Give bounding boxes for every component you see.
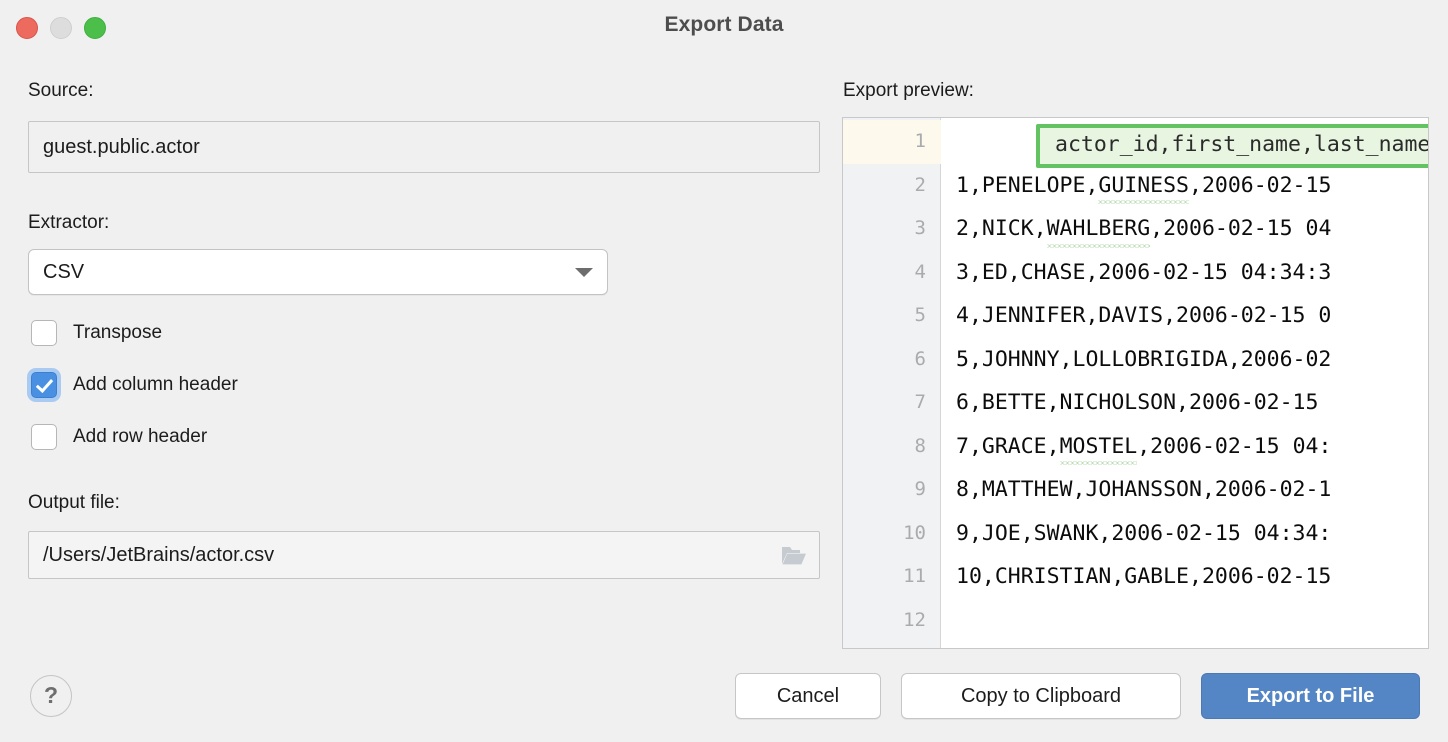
source-label: Source: — [28, 80, 94, 101]
folder-icon[interactable] — [781, 544, 807, 566]
checkbox-transpose[interactable]: Transpose — [28, 316, 162, 350]
spellcheck-squiggle: MOSTEL — [1059, 425, 1137, 469]
code-line: 7,GRACE,MOSTEL,2006-02-15 04: — [956, 425, 1331, 469]
spellcheck-squiggle: GUINESS — [1098, 164, 1189, 208]
extractor-dropdown[interactable]: CSV — [28, 249, 608, 295]
code-line: 5,JOHNNY,LOLLOBRIGIDA,2006-02 — [956, 338, 1331, 382]
code-text: 1,PENELOPE,GUINESS,2006-02-15 — [956, 173, 1331, 204]
code-text: 7,GRACE,MOSTEL,2006-02-15 04: — [956, 434, 1331, 465]
export-data-dialog: Export Data Source: guest.public.actor E… — [0, 0, 1448, 742]
line-number: 1 — [914, 130, 926, 152]
checkbox-add-row-header-label: Add row header — [73, 426, 208, 447]
extractor-label: Extractor: — [28, 212, 110, 233]
output-file-input[interactable]: /Users/JetBrains/actor.csv — [28, 531, 820, 579]
cancel-button[interactable]: Cancel — [735, 673, 881, 719]
code-line: 10,CHRISTIAN,GABLE,2006-02-15 — [956, 555, 1331, 599]
checkbox-add-row-header-box[interactable] — [31, 424, 57, 450]
line-number: 2 — [914, 173, 926, 196]
line-number: 9 — [914, 478, 926, 500]
preview-code-area[interactable]: actor_id,first_name,last_name 1,PENELOPE… — [942, 118, 1428, 648]
line-number: 7 — [914, 391, 926, 413]
chevron-down-icon — [575, 268, 593, 277]
code-line: 8,MATTHEW,JOHANSSON,2006-02-1 — [956, 468, 1331, 512]
code-text: 5,JOHNNY,LOLLOBRIGIDA,2006-02 — [956, 346, 1332, 372]
extractor-selected-value: CSV — [43, 261, 85, 283]
output-file-value: /Users/JetBrains/actor.csv — [43, 544, 275, 566]
checkbox-transpose-label: Transpose — [73, 322, 163, 343]
checkbox-add-column-header[interactable]: Add column header — [28, 368, 238, 402]
line-number: 8 — [914, 434, 926, 457]
line-number: 11 — [903, 565, 926, 587]
code-text: 8,MATTHEW,JOHANSSON,2006-02-1 — [956, 477, 1332, 502]
help-button[interactable]: ? — [30, 675, 72, 717]
checkbox-add-column-header-label: Add column header — [73, 374, 238, 395]
code-text: 3,ED,CHASE,2006-02-15 04:34:3 — [956, 259, 1332, 285]
code-line-header: actor_id,first_name,last_name — [1055, 132, 1428, 157]
checkbox-add-row-header[interactable]: Add row header — [28, 420, 207, 454]
line-number: 10 — [903, 521, 926, 544]
line-number: 12 — [903, 608, 926, 631]
title-bar: Export Data — [0, 0, 1448, 56]
spellcheck-squiggle: WAHLBERG — [1046, 207, 1150, 251]
export-preview-label: Export preview: — [843, 80, 974, 101]
code-text: 9,JOE,SWANK,2006-02-15 04:34: — [956, 520, 1332, 546]
export-to-file-button[interactable]: Export to File — [1201, 673, 1420, 719]
source-field: guest.public.actor — [28, 121, 820, 173]
output-file-label: Output file: — [28, 492, 120, 513]
checkbox-add-column-header-box[interactable] — [31, 372, 57, 398]
window-title: Export Data — [664, 13, 784, 36]
copy-to-clipboard-button[interactable]: Copy to Clipboard — [901, 673, 1181, 719]
code-line: 9,JOE,SWANK,2006-02-15 04:34: — [956, 512, 1331, 556]
line-number: 5 — [914, 304, 926, 326]
code-line: 1,PENELOPE,GUINESS,2006-02-15 — [956, 164, 1331, 208]
code-text: 10,CHRISTIAN,GABLE,2006-02-15 — [956, 564, 1332, 589]
checkbox-transpose-box[interactable] — [31, 320, 57, 346]
code-line: 2,NICK,WAHLBERG,2006-02-15 04 — [956, 207, 1331, 251]
code-text: 2,NICK,WAHLBERG,2006-02-15 04 — [956, 216, 1331, 248]
code-line: 3,ED,CHASE,2006-02-15 04:34:3 — [956, 251, 1331, 295]
line-number: 6 — [914, 347, 926, 370]
code-text: 4,JENNIFER,DAVIS,2006-02-15 0 — [956, 303, 1332, 328]
line-number: 3 — [914, 217, 926, 239]
code-line: 6,BETTE,NICHOLSON,2006-02-15 — [956, 381, 1331, 425]
line-number: 4 — [914, 260, 926, 283]
export-preview-panel[interactable]: 1 2 3 4 5 6 7 8 9 10 11 12 actor_id,firs… — [842, 117, 1429, 649]
line-number-gutter: 1 2 3 4 5 6 7 8 9 10 11 12 — [843, 118, 941, 648]
code-text: 6,BETTE,NICHOLSON,2006-02-15 — [956, 390, 1332, 415]
code-line: 4,JENNIFER,DAVIS,2006-02-15 0 — [956, 294, 1331, 338]
